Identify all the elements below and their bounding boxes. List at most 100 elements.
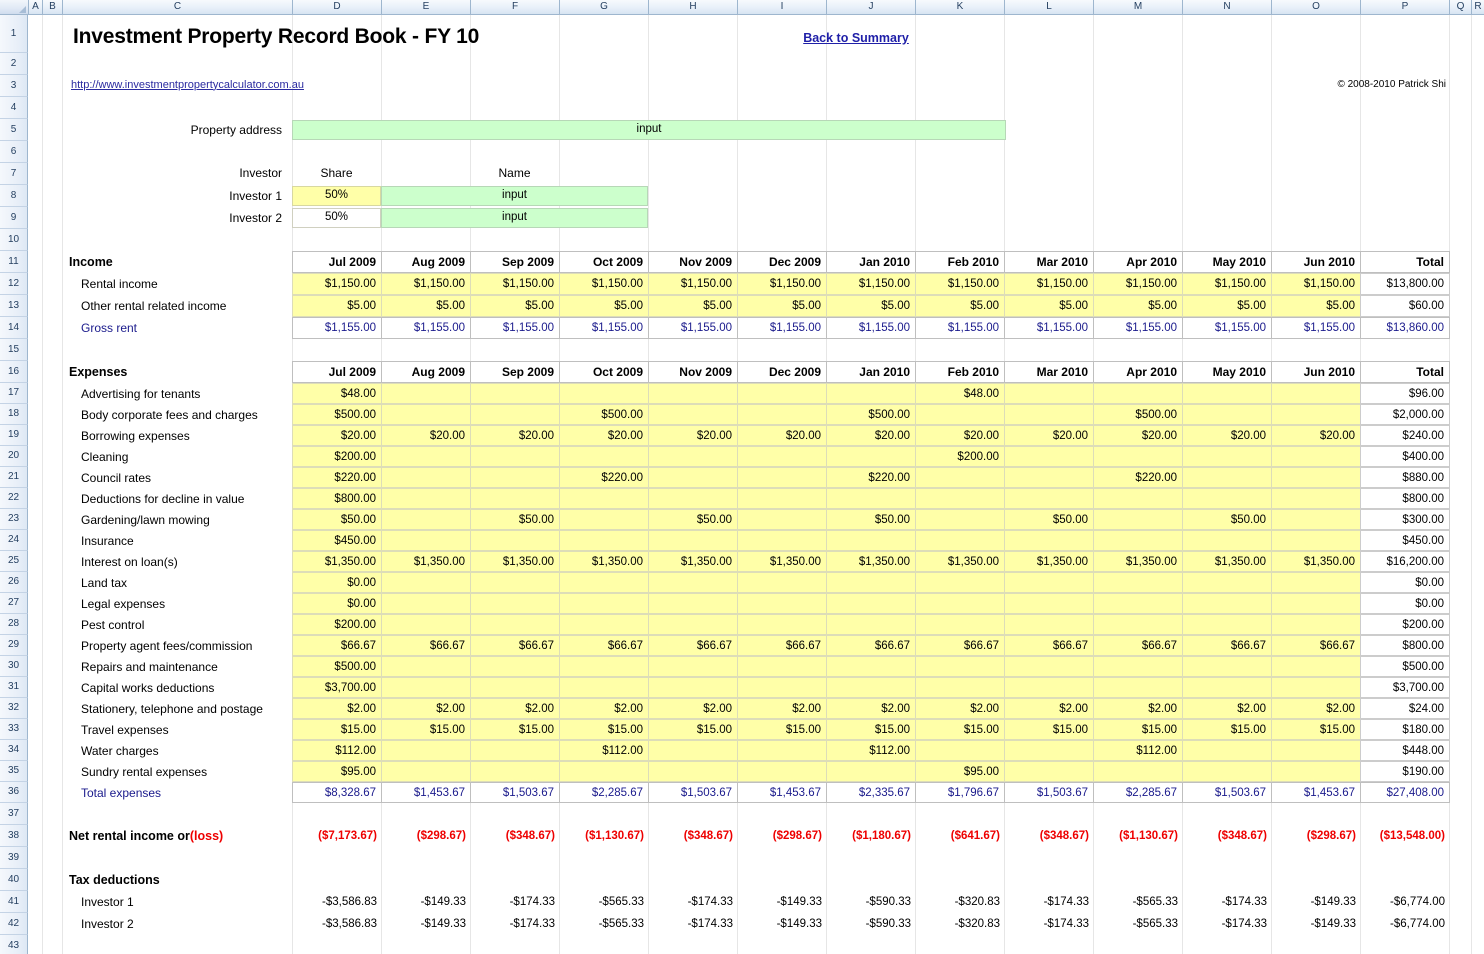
column-header-r[interactable]: R	[1472, 0, 1484, 14]
expenses-cell-18-6[interactable]	[737, 740, 827, 761]
expenses-cell-7-9[interactable]: $50.00	[1004, 509, 1094, 530]
expenses-cell-14-12[interactable]	[1271, 656, 1361, 677]
income-cell-2-1[interactable]: $5.00	[292, 295, 382, 317]
column-header-l[interactable]: L	[1005, 0, 1094, 14]
expenses-cell-2-1[interactable]: $500.00	[292, 404, 382, 425]
expenses-cell-19-5[interactable]	[648, 761, 738, 782]
expenses-cell-1-2[interactable]	[381, 383, 471, 404]
expenses-cell-13-9[interactable]: $66.67	[1004, 635, 1094, 656]
expenses-cell-16-3[interactable]: $2.00	[470, 698, 560, 719]
expenses-cell-6-6[interactable]	[737, 488, 827, 509]
expenses-cell-1-3[interactable]	[470, 383, 560, 404]
expenses-cell-2-2[interactable]	[381, 404, 471, 425]
row-header-41[interactable]: 41	[0, 891, 28, 913]
expenses-cell-19-12[interactable]	[1271, 761, 1361, 782]
income-cell-2-4[interactable]: $5.00	[559, 295, 649, 317]
row-header-22[interactable]: 22	[0, 488, 28, 509]
expenses-cell-1-12[interactable]	[1271, 383, 1361, 404]
expenses-cell-9-2[interactable]: $1,350.00	[381, 551, 471, 572]
row-header-29[interactable]: 29	[0, 635, 28, 656]
expenses-cell-12-3[interactable]	[470, 614, 560, 635]
expenses-cell-16-4[interactable]: $2.00	[559, 698, 649, 719]
income-cell-1-9[interactable]: $1,150.00	[1004, 273, 1094, 295]
expenses-cell-9-12[interactable]: $1,350.00	[1271, 551, 1361, 572]
expenses-cell-14-10[interactable]	[1093, 656, 1183, 677]
column-header-f[interactable]: F	[471, 0, 560, 14]
expenses-cell-5-9[interactable]	[1004, 467, 1094, 488]
expenses-cell-11-3[interactable]	[470, 593, 560, 614]
expenses-cell-5-12[interactable]	[1271, 467, 1361, 488]
expenses-cell-14-1[interactable]: $500.00	[292, 656, 382, 677]
expenses-cell-8-7[interactable]	[826, 530, 916, 551]
expenses-cell-4-2[interactable]	[381, 446, 471, 467]
expenses-cell-11-5[interactable]	[648, 593, 738, 614]
expenses-cell-4-12[interactable]	[1271, 446, 1361, 467]
expenses-cell-4-10[interactable]	[1093, 446, 1183, 467]
expenses-cell-6-9[interactable]	[1004, 488, 1094, 509]
row-header-30[interactable]: 30	[0, 656, 28, 677]
select-all-corner[interactable]	[0, 0, 29, 14]
expenses-cell-12-12[interactable]	[1271, 614, 1361, 635]
income-cell-2-3[interactable]: $5.00	[470, 295, 560, 317]
expenses-cell-3-4[interactable]: $20.00	[559, 425, 649, 446]
row-header-20[interactable]: 20	[0, 446, 28, 467]
expenses-cell-2-10[interactable]: $500.00	[1093, 404, 1183, 425]
income-cell-1-6[interactable]: $1,150.00	[737, 273, 827, 295]
expenses-cell-4-11[interactable]	[1182, 446, 1272, 467]
expenses-cell-18-1[interactable]: $112.00	[292, 740, 382, 761]
row-header-35[interactable]: 35	[0, 761, 28, 782]
expenses-cell-5-1[interactable]: $220.00	[292, 467, 382, 488]
row-header-6[interactable]: 6	[0, 141, 28, 163]
expenses-cell-15-2[interactable]	[381, 677, 471, 698]
expenses-cell-16-6[interactable]: $2.00	[737, 698, 827, 719]
expenses-cell-17-9[interactable]: $15.00	[1004, 719, 1094, 740]
expenses-cell-14-6[interactable]	[737, 656, 827, 677]
expenses-cell-1-9[interactable]	[1004, 383, 1094, 404]
expenses-cell-13-10[interactable]: $66.67	[1093, 635, 1183, 656]
expenses-cell-13-6[interactable]: $66.67	[737, 635, 827, 656]
expenses-cell-17-5[interactable]: $15.00	[648, 719, 738, 740]
expenses-cell-3-12[interactable]: $20.00	[1271, 425, 1361, 446]
expenses-cell-1-7[interactable]	[826, 383, 916, 404]
expenses-cell-4-6[interactable]	[737, 446, 827, 467]
expenses-cell-18-4[interactable]: $112.00	[559, 740, 649, 761]
expenses-cell-15-11[interactable]	[1182, 677, 1272, 698]
expenses-cell-7-1[interactable]: $50.00	[292, 509, 382, 530]
expenses-cell-6-8[interactable]	[915, 488, 1005, 509]
expenses-cell-4-9[interactable]	[1004, 446, 1094, 467]
row-header-1[interactable]: 1	[0, 15, 28, 53]
expenses-cell-17-2[interactable]: $15.00	[381, 719, 471, 740]
expenses-cell-19-6[interactable]	[737, 761, 827, 782]
investor-name-1[interactable]: input	[381, 186, 648, 206]
row-header-24[interactable]: 24	[0, 530, 28, 551]
expenses-cell-6-10[interactable]	[1093, 488, 1183, 509]
expenses-cell-6-4[interactable]	[559, 488, 649, 509]
website-link[interactable]: http://www.investmentpropertycalculator.…	[68, 77, 368, 93]
expenses-cell-17-8[interactable]: $15.00	[915, 719, 1005, 740]
expenses-cell-15-6[interactable]	[737, 677, 827, 698]
column-header-g[interactable]: G	[560, 0, 649, 14]
expenses-cell-10-8[interactable]	[915, 572, 1005, 593]
expenses-cell-11-6[interactable]	[737, 593, 827, 614]
row-header-33[interactable]: 33	[0, 719, 28, 740]
expenses-cell-19-7[interactable]	[826, 761, 916, 782]
expenses-cell-16-2[interactable]: $2.00	[381, 698, 471, 719]
row-header-23[interactable]: 23	[0, 509, 28, 530]
expenses-cell-1-6[interactable]	[737, 383, 827, 404]
expenses-cell-13-7[interactable]: $66.67	[826, 635, 916, 656]
expenses-cell-10-3[interactable]	[470, 572, 560, 593]
expenses-cell-16-7[interactable]: $2.00	[826, 698, 916, 719]
expenses-cell-14-5[interactable]	[648, 656, 738, 677]
expenses-cell-16-1[interactable]: $2.00	[292, 698, 382, 719]
row-header-16[interactable]: 16	[0, 361, 28, 383]
expenses-cell-6-5[interactable]	[648, 488, 738, 509]
expenses-cell-4-5[interactable]	[648, 446, 738, 467]
expenses-cell-14-11[interactable]	[1182, 656, 1272, 677]
expenses-cell-5-8[interactable]	[915, 467, 1005, 488]
row-header-32[interactable]: 32	[0, 698, 28, 719]
row-header-25[interactable]: 25	[0, 551, 28, 572]
row-header-10[interactable]: 10	[0, 229, 28, 251]
column-header-n[interactable]: N	[1183, 0, 1272, 14]
expenses-cell-11-2[interactable]	[381, 593, 471, 614]
row-header-7[interactable]: 7	[0, 163, 28, 185]
